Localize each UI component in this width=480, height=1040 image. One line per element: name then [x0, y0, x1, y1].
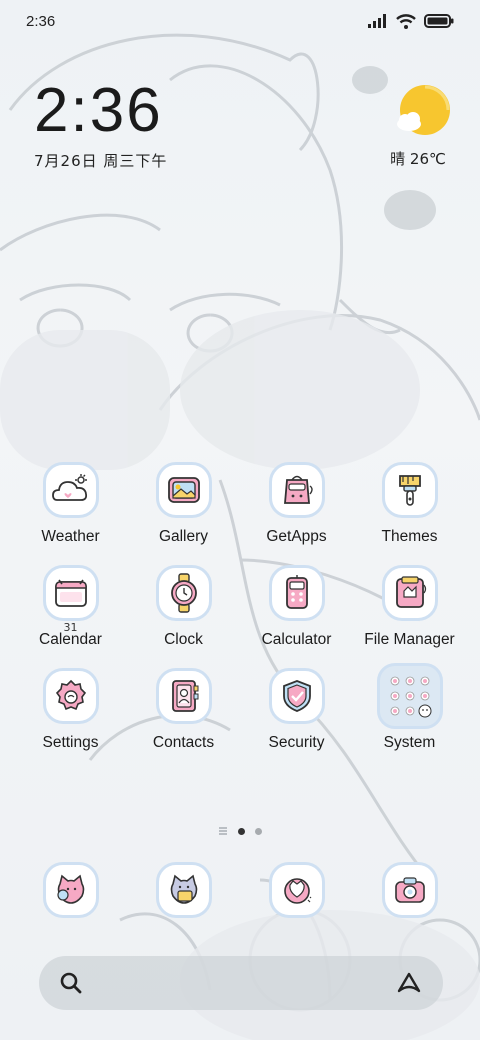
- app-getapps[interactable]: GetApps: [240, 462, 353, 546]
- phone-cat-icon: [42, 862, 99, 918]
- page-dot[interactable]: [255, 827, 262, 835]
- app-file-manager[interactable]: File Manager: [353, 565, 466, 649]
- menu-lines-icon: [219, 827, 227, 835]
- app-label: Settings: [42, 734, 99, 751]
- sun-cloud-icon: [397, 85, 450, 135]
- weather-widget[interactable]: 晴 26℃: [382, 82, 454, 169]
- dock-browser[interactable]: [240, 862, 353, 918]
- dock-messages[interactable]: [127, 862, 240, 918]
- app-label: File Manager: [364, 631, 455, 648]
- page-indicator[interactable]: [0, 827, 480, 835]
- app-weather[interactable]: Weather: [14, 462, 127, 546]
- app-clock[interactable]: Clock: [127, 565, 240, 649]
- clock-icon: [155, 565, 212, 621]
- clock-time: 2:36: [34, 76, 163, 145]
- search-icon: [60, 972, 82, 994]
- camera-icon: [381, 862, 438, 918]
- app-contacts[interactable]: Contacts: [127, 668, 240, 752]
- app-label: System: [383, 734, 436, 751]
- system-folder-icon: [376, 663, 443, 729]
- calculator-icon: [268, 565, 325, 621]
- gallery-icon: [155, 462, 212, 518]
- dock-camera[interactable]: [353, 862, 466, 918]
- wifi-icon: [396, 13, 416, 29]
- dock: [14, 862, 466, 918]
- app-label: Calculator: [261, 631, 332, 648]
- weather-condition-temp: 晴 26℃: [390, 150, 446, 168]
- clock-widget[interactable]: 2:36 7月26日 周三下午: [34, 80, 167, 171]
- app-label: Contacts: [152, 734, 215, 751]
- assistant-icon[interactable]: [395, 971, 423, 995]
- app-label: Themes: [381, 528, 438, 545]
- app-themes[interactable]: Themes: [353, 462, 466, 546]
- app-label: Security: [268, 734, 325, 751]
- app-system-folder[interactable]: System: [353, 663, 466, 752]
- paintbrush-icon: [381, 462, 438, 518]
- app-grid: Weather Gallery GetApps Themes 31 Calend…: [14, 462, 466, 752]
- app-settings[interactable]: Settings: [14, 668, 127, 752]
- app-security[interactable]: Security: [240, 668, 353, 752]
- app-label: GetApps: [266, 528, 327, 545]
- contacts-book-icon: [155, 668, 212, 724]
- search-bar[interactable]: [39, 956, 443, 1010]
- settings-gear-icon: [42, 668, 99, 724]
- clock-date: 7月26日 周三下午: [34, 152, 168, 170]
- getapps-bag-icon: [268, 462, 325, 518]
- app-calendar[interactable]: 31 Calendar: [14, 565, 127, 649]
- messages-cat-icon: [155, 862, 212, 918]
- dock-phone[interactable]: [14, 862, 127, 918]
- security-shield-icon: [268, 668, 325, 724]
- status-time: 2:36: [26, 12, 56, 30]
- weather-cloud-icon: [42, 462, 99, 518]
- battery-icon: [424, 14, 454, 28]
- calendar-icon: 31: [42, 565, 99, 634]
- app-label: Weather: [41, 528, 100, 545]
- app-label: Clock: [164, 631, 203, 648]
- app-label: Gallery: [158, 528, 209, 545]
- browser-icon: [268, 862, 325, 918]
- app-gallery[interactable]: Gallery: [127, 462, 240, 546]
- status-icons: [368, 13, 454, 29]
- file-folder-icon: [381, 565, 438, 621]
- calendar-date-badge: 31: [63, 621, 78, 634]
- status-bar: 2:36: [0, 0, 480, 42]
- app-calculator[interactable]: Calculator: [240, 565, 353, 649]
- page-dot-active[interactable]: [238, 827, 245, 835]
- signal-icon: [368, 14, 386, 28]
